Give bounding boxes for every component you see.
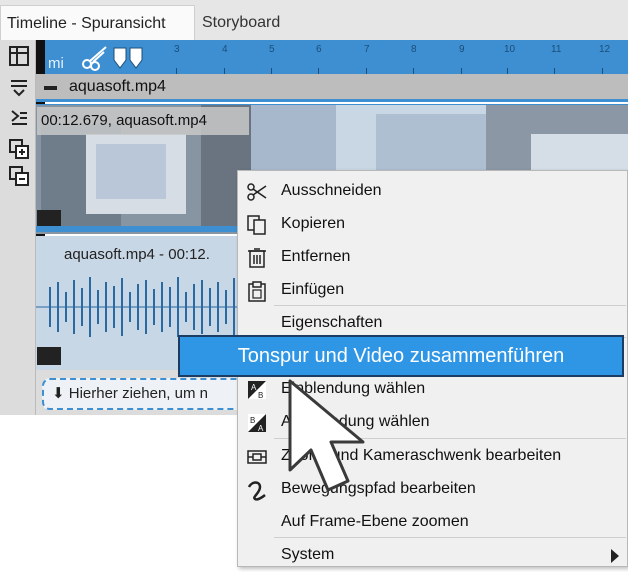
tab-timeline-spuransicht[interactable]: Timeline - Spuransicht <box>0 5 195 40</box>
ruler-number: 6 <box>316 44 322 55</box>
menu-item-entfernen[interactable]: Entfernen <box>238 241 627 274</box>
svg-text:B: B <box>258 391 263 400</box>
remove-track-button[interactable] <box>8 165 30 187</box>
menu-item-label: Kopieren <box>281 215 346 232</box>
remove-track-icon <box>9 166 29 186</box>
ruler-number: 5 <box>269 44 275 55</box>
menu-separator <box>274 537 626 538</box>
trash-icon <box>248 248 266 268</box>
track-name: aquasoft.mp4 <box>69 78 166 95</box>
marker-icon <box>113 47 143 69</box>
grid-icon <box>9 46 29 66</box>
menu-item-einfuegen[interactable]: Einfügen <box>238 274 627 307</box>
left-toolbar <box>0 40 36 415</box>
audio-fx-icon[interactable] <box>37 347 61 365</box>
ruler-number: 8 <box>411 44 417 55</box>
svg-text:A: A <box>251 383 257 392</box>
add-track-icon <box>9 139 29 159</box>
menu-item-ausschneiden[interactable]: Ausschneiden <box>238 175 627 208</box>
ruler-unit-label: mi <box>48 55 64 72</box>
menu-item-label: Eigenschaften <box>281 314 383 331</box>
scissors-icon <box>247 183 267 201</box>
menu-item-system[interactable]: System <box>238 539 627 572</box>
marker-button[interactable] <box>112 44 146 77</box>
ruler-number: 7 <box>364 44 370 55</box>
ruler-number: 10 <box>504 44 516 55</box>
split-scissors-button[interactable] <box>80 44 110 77</box>
ruler-number: 11 <box>551 44 562 55</box>
mouse-cursor-icon <box>288 379 365 492</box>
menu-item-label: System <box>281 546 335 563</box>
track-header[interactable]: aquasoft.mp4 <box>36 74 628 102</box>
collapse-track-icon[interactable] <box>44 86 57 90</box>
svg-text:A: A <box>258 424 264 433</box>
zoom-pan-icon <box>247 450 267 464</box>
menu-item-kopieren[interactable]: Kopieren <box>238 208 627 241</box>
menu-item-tonspur-video-zusammenfuehren[interactable]: Tonspur und Video zusammenführen <box>178 335 624 377</box>
fade-in-icon: AB <box>248 381 266 400</box>
motion-path-icon <box>247 481 266 501</box>
ruler-number: 12 <box>599 44 611 55</box>
collapse-tracks-button[interactable] <box>8 77 30 99</box>
tab-storyboard[interactable]: Storyboard <box>196 5 296 40</box>
ruler-number: 9 <box>459 44 465 55</box>
ruler-number: 3 <box>174 44 180 55</box>
menu-item-label: Ausschneiden <box>281 182 382 199</box>
expand-tracks-button[interactable] <box>8 107 30 129</box>
menu-item-label: Auf Frame-Ebene zoomen <box>281 513 469 530</box>
grid-toggle-button[interactable] <box>8 45 30 67</box>
copy-icon <box>247 215 266 235</box>
clip-caption: 00:12.679, aquasoft.mp4 <box>37 107 249 135</box>
menu-separator <box>274 305 626 306</box>
paste-icon <box>248 281 266 302</box>
add-track-button[interactable] <box>8 138 30 160</box>
tab-bar: Timeline - Spuransicht Storyboard <box>0 0 628 40</box>
menu-item-label: Entfernen <box>281 248 351 265</box>
svg-text:B: B <box>250 416 255 425</box>
submenu-arrow-icon <box>611 549 619 563</box>
scissors-icon <box>82 46 107 71</box>
expand-icon <box>11 110 27 125</box>
menu-item-label: Einfügen <box>281 281 345 298</box>
collapse-icon <box>11 80 27 97</box>
audio-clip-label: aquasoft.mp4 - 00:12. <box>64 246 210 263</box>
fade-out-icon: BA <box>248 414 266 433</box>
ruler-number: 4 <box>222 44 228 55</box>
menu-item-frame-zoom[interactable]: Auf Frame-Ebene zoomen <box>238 506 627 539</box>
